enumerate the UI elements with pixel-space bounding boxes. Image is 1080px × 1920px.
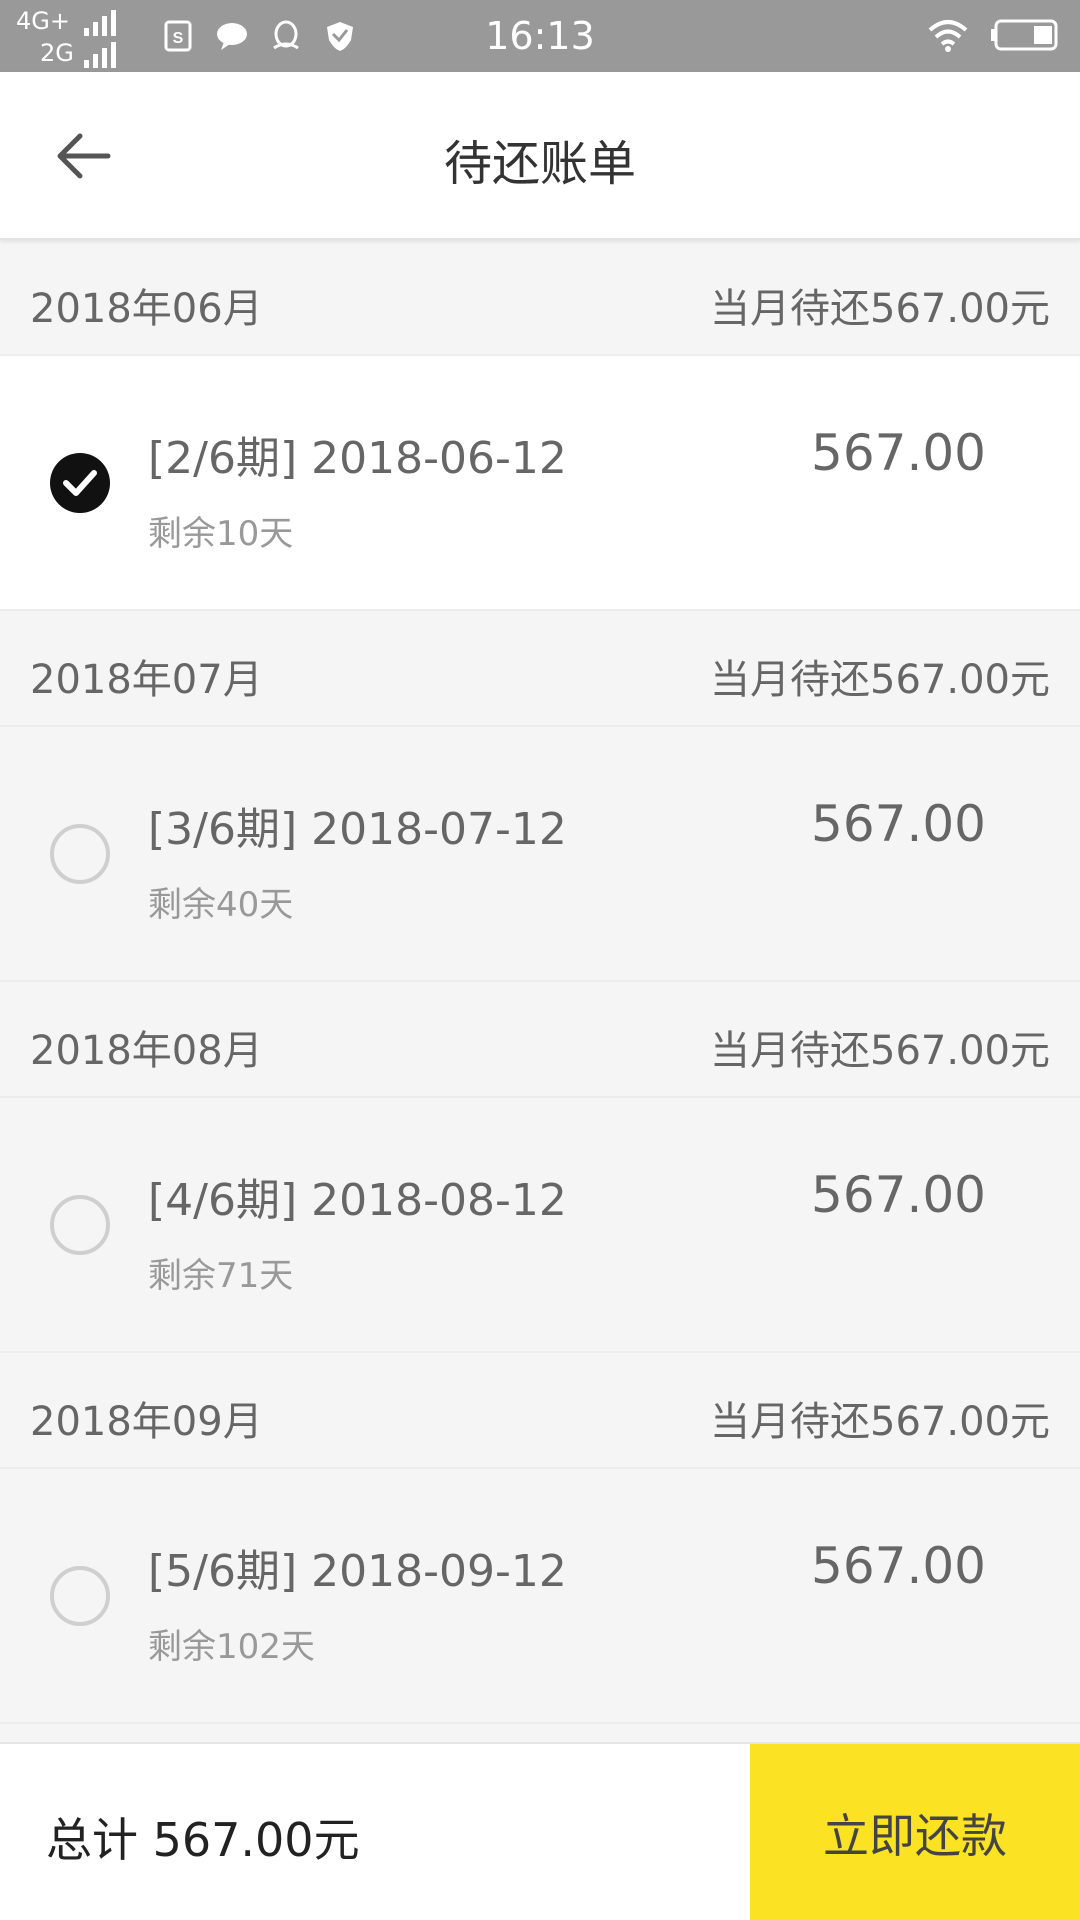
bill-amount: 567.00 <box>811 1537 986 1595</box>
status-bar: 4G+ 2G S 16:13 <box>0 0 1080 72</box>
footer-bar: 总计 567.00元 立即还款 <box>0 1742 1080 1920</box>
month-due-amount: 当月待还567.00元 <box>710 286 1050 332</box>
month-due-amount: 当月待还567.00元 <box>710 1028 1050 1074</box>
battery-icon <box>991 19 1058 51</box>
bill-item[interactable]: [2/6期] 2018-06-12 剩余10天 567.00 <box>0 356 1080 611</box>
app-header: 待还账单 <box>0 72 1080 240</box>
bill-item[interactable]: [3/6期] 2018-07-12 剩余40天 567.00 <box>0 727 1080 982</box>
total-amount: 总计 567.00元 <box>46 1813 360 1867</box>
bill-remaining-days: 剩余102天 <box>148 1627 315 1667</box>
bill-amount: 567.00 <box>811 1166 986 1224</box>
month-label: 2018年09月 <box>30 1399 263 1445</box>
bill-item[interactable]: [5/6期] 2018-09-12 剩余102天 567.00 <box>0 1469 1080 1724</box>
selected-checkbox[interactable] <box>50 453 110 513</box>
month-due-amount: 当月待还567.00元 <box>710 657 1050 703</box>
bill-period: [4/6期] 2018-08-12 <box>148 1175 567 1226</box>
month-due-amount: 当月待还567.00元 <box>710 1399 1050 1445</box>
bill-period: [2/6期] 2018-06-12 <box>148 433 567 484</box>
unselected-checkbox[interactable] <box>50 1566 110 1626</box>
page-title: 待还账单 <box>443 136 636 192</box>
bill-list: 2018年06月 当月待还567.00元 [2/6期] 2018-06-12 剩… <box>0 240 1080 1724</box>
bill-remaining-days: 剩余40天 <box>148 885 294 925</box>
bill-period: [3/6期] 2018-07-12 <box>148 804 567 855</box>
bill-remaining-days: 剩余10天 <box>148 514 294 554</box>
month-header: 2018年09月 当月待还567.00元 <box>0 1353 1080 1469</box>
pay-now-button[interactable]: 立即还款 <box>750 1744 1080 1920</box>
status-time: 16:13 <box>485 14 595 58</box>
bill-item[interactable]: [4/6期] 2018-08-12 剩余71天 567.00 <box>0 1098 1080 1353</box>
check-icon <box>63 470 97 496</box>
status-right <box>926 18 1062 52</box>
month-header: 2018年08月 当月待还567.00元 <box>0 982 1080 1098</box>
bill-remaining-days: 剩余71天 <box>148 1256 294 1296</box>
month-header: 2018年07月 当月待还567.00元 <box>0 611 1080 727</box>
bill-amount: 567.00 <box>811 795 986 853</box>
month-label: 2018年06月 <box>30 286 263 332</box>
month-header: 2018年06月 当月待还567.00元 <box>0 240 1080 356</box>
bill-period: [5/6期] 2018-09-12 <box>148 1546 567 1597</box>
unselected-checkbox[interactable] <box>50 1195 110 1255</box>
bill-amount: 567.00 <box>811 424 986 482</box>
month-label: 2018年07月 <box>30 657 263 703</box>
unselected-checkbox[interactable] <box>50 824 110 884</box>
wifi-icon <box>928 20 968 52</box>
month-label: 2018年08月 <box>30 1028 263 1074</box>
